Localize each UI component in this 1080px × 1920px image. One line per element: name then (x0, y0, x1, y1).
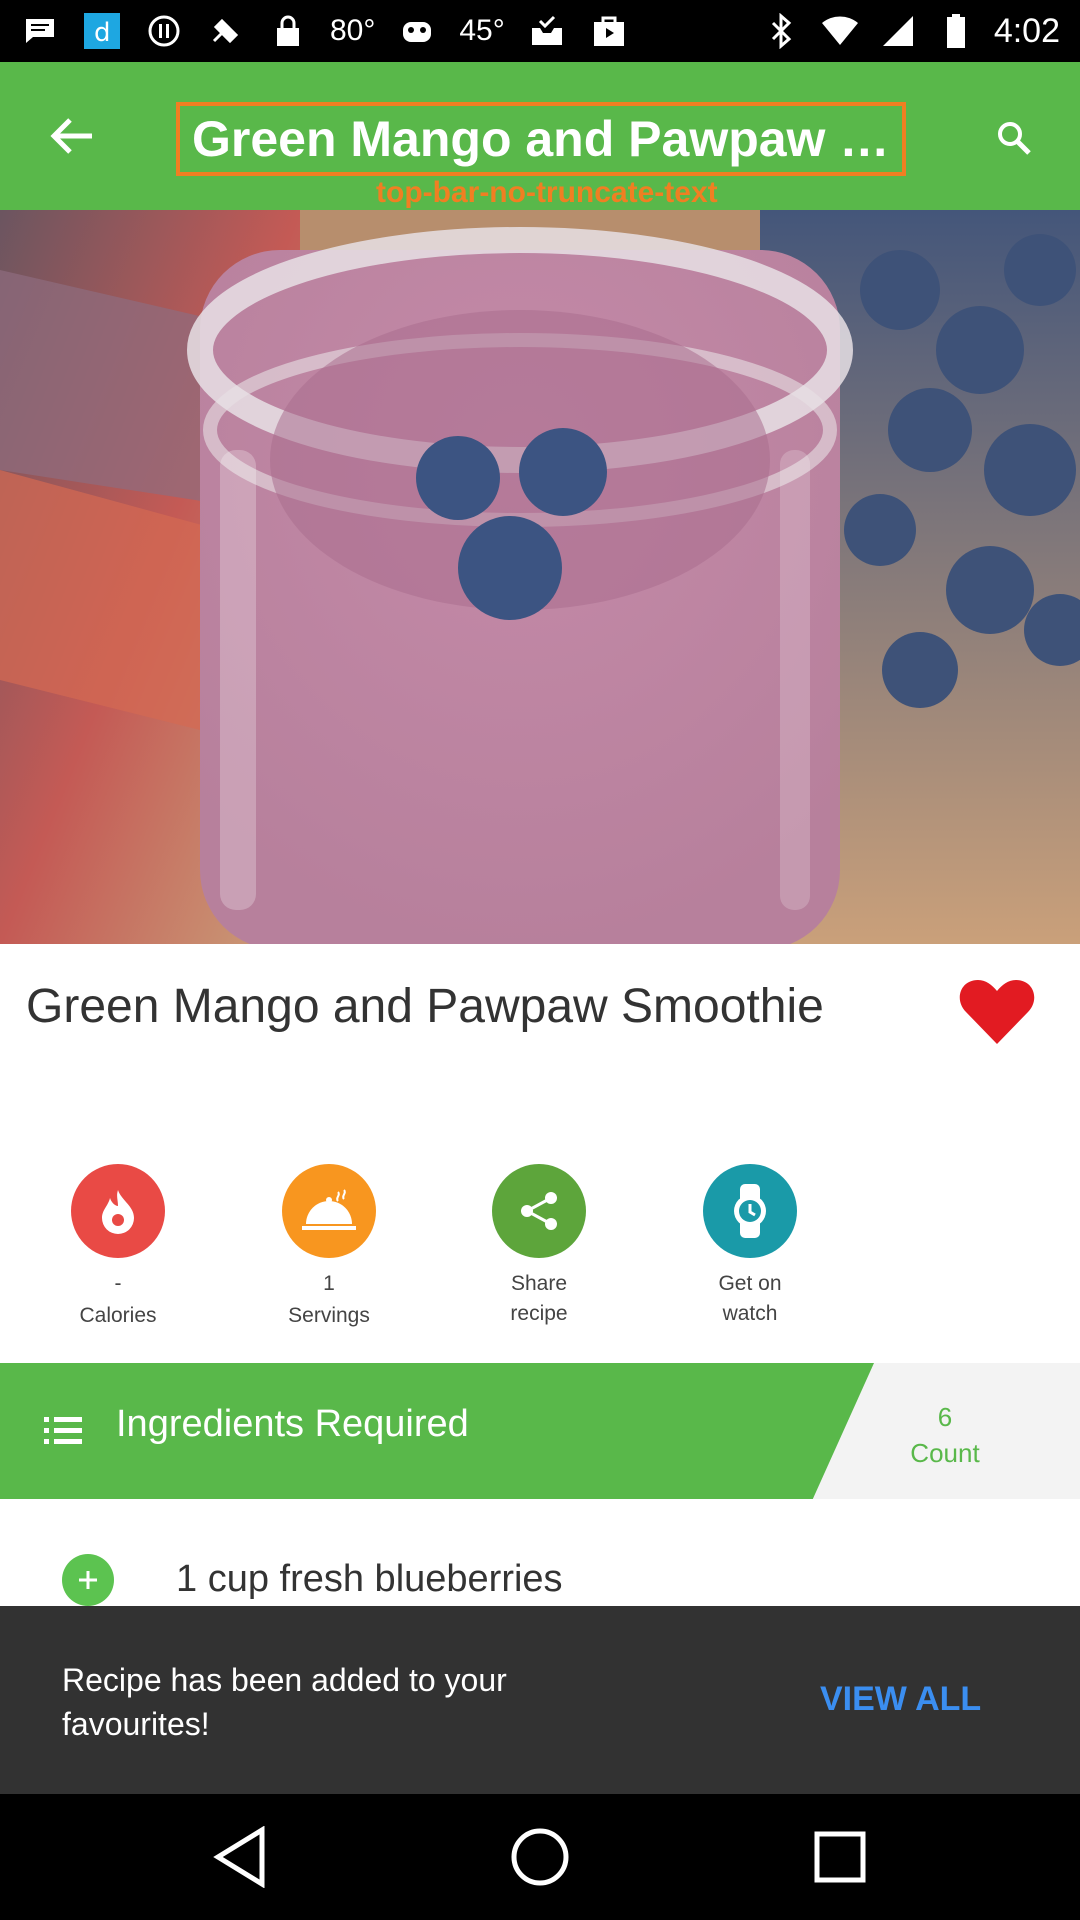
top-app-bar: Green Mango and Pawpaw S… top-bar-no-tru… (0, 62, 1080, 210)
calories-value: - (114, 1272, 122, 1295)
nav-back-button[interactable] (195, 1812, 285, 1902)
top-bar-title: Green Mango and Pawpaw S… (192, 111, 902, 167)
watch-icon (734, 1184, 766, 1238)
flame-icon (102, 1190, 134, 1234)
get-on-watch-action[interactable]: Get on watch (675, 1164, 825, 1330)
back-button[interactable] (40, 104, 104, 168)
game-controller-icon (397, 11, 437, 51)
recipe-action-row: - Calories 1 Servings Share recipe Get o… (0, 1164, 1080, 1334)
bluetooth-icon (762, 11, 802, 51)
status-time: 4:02 (993, 11, 1060, 50)
list-icon (44, 1417, 82, 1444)
ingredient-text: 1 cup fresh blueberries (176, 1558, 563, 1600)
ingredients-count-label: Count (910, 1438, 980, 1468)
watch-line-2: watch (722, 1302, 778, 1325)
nav-home-button[interactable] (495, 1812, 585, 1902)
system-nav-bar (0, 1794, 1080, 1920)
temperature-2: 45° (459, 14, 505, 47)
debug-overlay-label: top-bar-no-truncate-text (376, 176, 718, 209)
arrow-left-icon (50, 118, 92, 154)
add-ingredient-button[interactable] (62, 1554, 114, 1606)
plus-icon (79, 1571, 97, 1589)
recipe-hero-image (0, 210, 1080, 944)
share-badge (492, 1164, 586, 1258)
circle-home-icon (511, 1828, 569, 1886)
status-bar: d 80° 45° 4:02 (0, 0, 1080, 62)
share-icon (521, 1192, 557, 1230)
heart-icon (959, 980, 1035, 1044)
ingredients-header: Ingredients Required 6 Count (0, 1363, 1080, 1499)
signal-icon (878, 11, 918, 51)
servings-label: Servings (288, 1304, 370, 1327)
view-all-button[interactable]: VIEW ALL (820, 1680, 981, 1719)
snackbar: Recipe has been added to your favourites… (0, 1606, 1080, 1794)
snackbar-message: Recipe has been added to your favourites… (62, 1662, 507, 1742)
ingredients-title: Ingredients Required (116, 1403, 469, 1445)
triangle-back-icon (213, 1826, 265, 1888)
ingredients-count-value: 6 (937, 1402, 953, 1432)
watch-badge (703, 1164, 797, 1258)
recipe-title: Green Mango and Pawpaw Smoothie (26, 980, 824, 1033)
message-icon (20, 11, 60, 51)
servings-badge (282, 1164, 376, 1258)
watch-line-1: Get on (718, 1272, 782, 1295)
recipe-screen: d 80° 45° 4:02 Green Mango and Pawpaw S…… (0, 0, 1080, 1920)
search-icon (998, 122, 1031, 155)
search-button[interactable] (986, 110, 1042, 166)
app-d-icon: d (82, 11, 122, 51)
share-line-2: recipe (510, 1302, 568, 1325)
calories-badge (71, 1164, 165, 1258)
nav-recents-button[interactable] (795, 1812, 885, 1902)
top-bar-title-box: Green Mango and Pawpaw S… (176, 102, 906, 176)
play-store-bag-icon (589, 11, 629, 51)
ingredient-row[interactable]: 1 cup fresh blueberries (0, 1510, 1080, 1606)
calories-label: Calories (79, 1304, 157, 1327)
svg-text:d: d (94, 18, 111, 48)
lock-icon (268, 11, 308, 51)
serving-dish-icon (302, 1189, 356, 1230)
inbox-check-icon (527, 11, 567, 51)
servings-value: 1 (323, 1272, 335, 1295)
ingredients-count: 6 Count (880, 1399, 1010, 1471)
share-recipe-action[interactable]: Share recipe (464, 1164, 614, 1330)
satellite-icon (206, 11, 246, 51)
temperature-1: 80° (330, 14, 376, 47)
battery-icon (936, 11, 976, 51)
wifi-icon (820, 11, 860, 51)
servings-action[interactable]: 1 Servings (254, 1164, 404, 1332)
pause-circle-icon (144, 11, 184, 51)
square-recents-icon (814, 1831, 866, 1883)
favourite-button[interactable] (958, 976, 1036, 1046)
share-line-1: Share (510, 1272, 568, 1295)
calories-action[interactable]: - Calories (43, 1164, 193, 1332)
